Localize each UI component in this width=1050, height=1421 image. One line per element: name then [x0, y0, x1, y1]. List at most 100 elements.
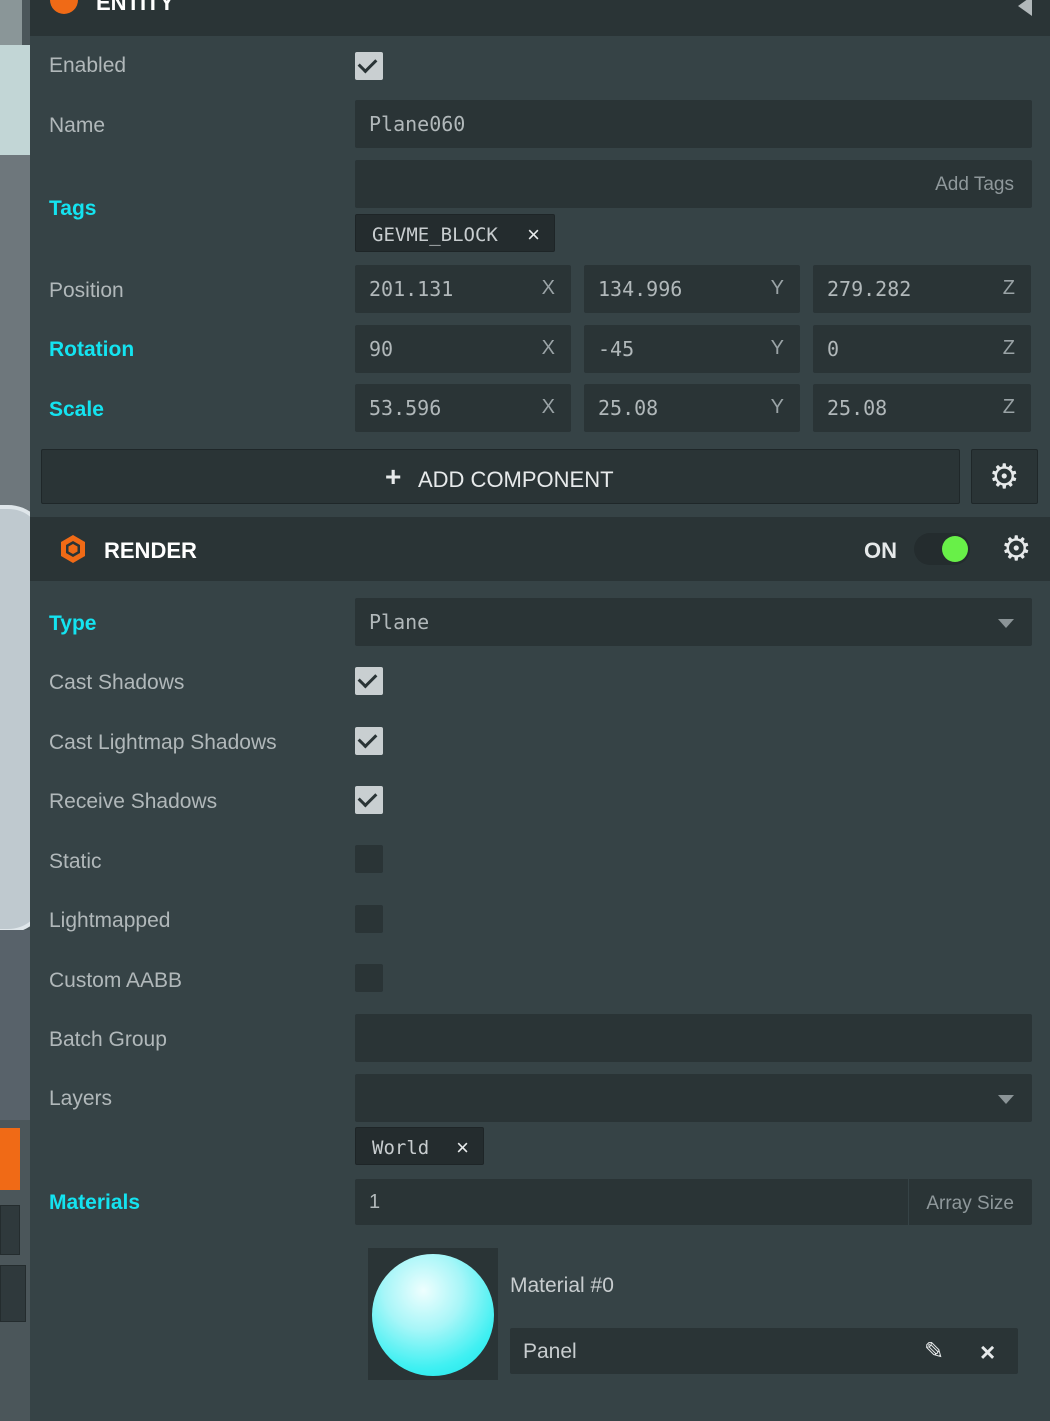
rotation-y-input[interactable]: -45 Y	[584, 325, 800, 373]
pencil-icon[interactable]: ✎	[924, 1337, 944, 1366]
axis-z-label: Z	[1002, 277, 1015, 299]
cast-shadows-label: Cast Shadows	[49, 671, 185, 694]
receive-shadows-label: Receive Shadows	[49, 790, 218, 813]
static-checkbox[interactable]	[355, 845, 383, 873]
type-select[interactable]: Plane	[355, 598, 1032, 646]
enabled-label: Enabled	[49, 54, 127, 77]
layer-chip-label: World	[372, 1137, 430, 1159]
viewport-edge	[0, 0, 30, 1421]
scale-y-input[interactable]: 25.08 Y	[584, 384, 800, 432]
materials-count: 1	[369, 1191, 381, 1213]
material-asset-name: Panel	[523, 1340, 577, 1363]
viewport-fragment	[0, 1265, 26, 1322]
axis-y-label: Y	[770, 396, 784, 418]
viewport-fragment	[0, 155, 30, 515]
rotation-x-value: 90	[369, 337, 394, 361]
render-title: RENDER	[104, 538, 197, 563]
rotation-z-input[interactable]: 0 Z	[813, 325, 1031, 373]
viewport-orange-button[interactable]	[0, 1128, 20, 1190]
toggle-knob	[942, 536, 968, 562]
tag-remove-icon[interactable]: ×	[527, 222, 540, 248]
viewport-fragment	[0, 45, 30, 155]
entity-settings-button[interactable]: ⚙	[971, 449, 1038, 504]
render-enabled-toggle[interactable]	[914, 533, 970, 565]
entity-title: ENTITY	[96, 0, 175, 15]
position-x-input[interactable]: 201.131 X	[355, 265, 571, 313]
position-x-value: 201.131	[369, 277, 454, 301]
chevron-down-icon	[998, 1095, 1014, 1104]
rotation-label: Rotation	[49, 338, 135, 361]
receive-shadows-checkbox[interactable]	[355, 786, 383, 814]
rotation-z-value: 0	[827, 337, 840, 361]
lightmapped-checkbox[interactable]	[355, 905, 383, 933]
toggle-label: ON	[864, 538, 897, 563]
axis-z-label: Z	[1002, 396, 1015, 418]
render-header[interactable]: RENDER ON ⚙	[30, 517, 1050, 581]
axis-x-label: X	[541, 396, 555, 418]
tags-label: Tags	[49, 197, 97, 220]
type-label: Type	[49, 612, 97, 635]
rotation-x-input[interactable]: 90 X	[355, 325, 571, 373]
enabled-checkbox[interactable]	[355, 52, 383, 80]
entity-icon	[50, 0, 78, 14]
position-y-input[interactable]: 134.996 Y	[584, 265, 800, 313]
position-y-value: 134.996	[598, 277, 683, 301]
viewport-fragment	[0, 505, 30, 933]
tag-chip-label: GEVME_BLOCK	[372, 224, 498, 246]
material-sphere	[372, 1254, 494, 1376]
collapse-arrow-icon[interactable]	[1018, 0, 1032, 16]
name-value: Plane060	[369, 112, 466, 136]
axis-x-label: X	[541, 277, 555, 299]
scale-label: Scale	[49, 398, 104, 421]
position-label: Position	[49, 279, 124, 302]
name-label: Name	[49, 114, 106, 137]
tags-input[interactable]: Add Tags	[355, 160, 1032, 208]
batch-group-label: Batch Group	[49, 1028, 167, 1051]
axis-z-label: Z	[1002, 337, 1015, 359]
materials-label: Materials	[49, 1191, 141, 1214]
array-size-label: Array Size	[926, 1193, 1014, 1214]
static-label: Static	[49, 850, 102, 873]
viewport-fragment	[0, 0, 22, 45]
position-z-input[interactable]: 279.282 Z	[813, 265, 1031, 313]
position-z-value: 279.282	[827, 277, 912, 301]
render-component-icon	[61, 535, 85, 563]
scale-y-value: 25.08	[598, 396, 659, 420]
field-divider	[908, 1179, 909, 1225]
gear-icon: ⚙	[989, 458, 1020, 496]
entity-header[interactable]: ENTITY	[30, 0, 1050, 36]
scale-z-input[interactable]: 25.08 Z	[813, 384, 1031, 432]
scale-z-value: 25.08	[827, 396, 888, 420]
tag-chip: GEVME_BLOCK ×	[355, 214, 555, 252]
add-component-label: ADD COMPONENT	[418, 467, 614, 492]
name-input[interactable]: Plane060	[355, 100, 1032, 148]
add-component-button[interactable]: + ADD COMPONENT	[41, 449, 960, 504]
material-slot-title: Material #0	[510, 1274, 614, 1297]
close-icon[interactable]: ×	[980, 1337, 995, 1368]
axis-y-label: Y	[770, 277, 784, 299]
lightmapped-label: Lightmapped	[49, 909, 171, 932]
custom-aabb-label: Custom AABB	[49, 969, 183, 992]
cast-shadows-checkbox[interactable]	[355, 667, 383, 695]
materials-array-size-input[interactable]: 1 Array Size	[355, 1179, 1032, 1225]
viewport-fragment	[0, 1205, 20, 1255]
layers-label: Layers	[49, 1087, 113, 1110]
scale-x-input[interactable]: 53.596 X	[355, 384, 571, 432]
layers-select[interactable]	[355, 1074, 1032, 1122]
viewport-fragment	[0, 930, 30, 1120]
material-asset-field[interactable]: Panel ✎ ×	[510, 1328, 1018, 1374]
batch-group-select[interactable]	[355, 1014, 1032, 1062]
scale-x-value: 53.596	[369, 396, 442, 420]
axis-x-label: X	[541, 337, 555, 359]
inspector-panel: ENTITY Enabled Name Plane060 Tags Add Ta…	[30, 0, 1050, 1421]
layer-remove-icon[interactable]: ×	[456, 1135, 469, 1161]
layer-chip: World ×	[355, 1127, 484, 1165]
axis-y-label: Y	[770, 337, 784, 359]
material-preview[interactable]	[368, 1248, 498, 1380]
chevron-down-icon	[998, 619, 1014, 628]
gear-icon[interactable]: ⚙	[1001, 532, 1031, 566]
cast-lightmap-shadows-checkbox[interactable]	[355, 727, 383, 755]
plus-icon: +	[385, 461, 402, 492]
custom-aabb-checkbox[interactable]	[355, 964, 383, 992]
cast-lightmap-shadows-label: Cast Lightmap Shadows	[49, 731, 277, 754]
